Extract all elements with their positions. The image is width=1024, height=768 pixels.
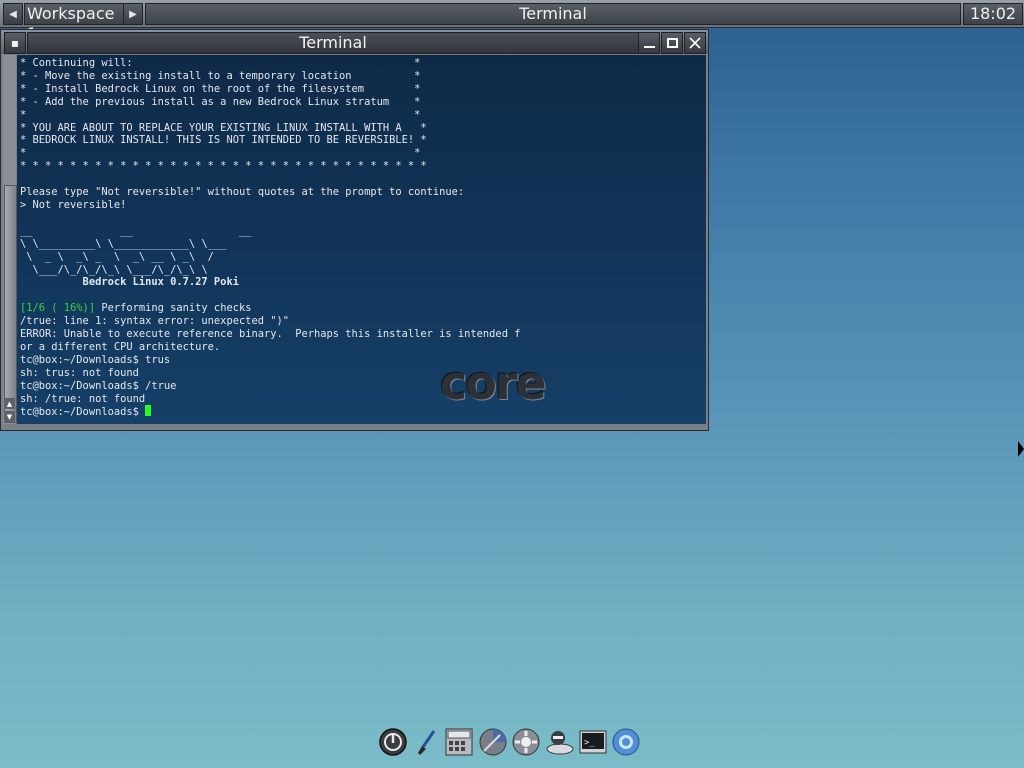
scroll-down-button[interactable]: ▼: [4, 411, 15, 422]
terminal-line: tc@box:~/Downloads$ /true: [20, 379, 177, 392]
terminal-line: /true: line 1: syntax error: unexpected …: [20, 315, 289, 328]
terminal-line: * *: [20, 108, 421, 121]
calculator-icon: [445, 728, 473, 756]
terminal-line: * Continuing will: *: [20, 57, 421, 69]
terminal-window: ▪ Terminal ▲ ▼ * Continuing will: * * -: [0, 29, 709, 431]
apps-button[interactable]: [511, 727, 541, 757]
taskbar-active-window[interactable]: Terminal: [145, 3, 961, 25]
window-menu-button[interactable]: ▪: [4, 32, 26, 54]
clock: 18:02: [963, 3, 1023, 25]
terminal-cursor: [145, 405, 152, 417]
terminal-output[interactable]: * Continuing will: * * - Move the existi…: [17, 55, 706, 424]
top-panel: ◀ Workspace 1 ▶ Terminal 18:02: [0, 0, 1024, 43]
svg-text:>_: >_: [584, 738, 595, 748]
paint-app-button[interactable]: [412, 727, 442, 757]
maximize-icon: [666, 38, 678, 48]
apps-icon: [512, 728, 540, 756]
mouse-pointer: [1018, 441, 1024, 457]
terminal-line: or a different CPU architecture.: [20, 340, 221, 353]
terminal-line: * - Install Bedrock Linux on the root of…: [20, 82, 421, 95]
next-workspace-button[interactable]: ▶: [123, 3, 143, 25]
terminal-line: * BEDROCK LINUX INSTALL! THIS IS NOT INT…: [20, 134, 427, 147]
terminal-line: * *: [20, 147, 421, 160]
calculator-button[interactable]: [444, 727, 474, 757]
window-menu-icon: ▪: [10, 36, 20, 50]
maximize-button[interactable]: [661, 32, 683, 54]
terminal-line: \ \_________\ \____________\ \___: [20, 237, 227, 250]
arrow-left-icon: ◀: [9, 8, 17, 20]
minimize-icon: [643, 46, 655, 48]
browser-button[interactable]: [611, 727, 641, 757]
terminal-line: sh: trus: not found: [20, 366, 139, 379]
terminal-line: * YOU ARE ABOUT TO REPLACE YOUR EXISTING…: [20, 121, 427, 134]
terminal-line: \ _ \ _\ _ \ _\ __ \ _\ /: [20, 250, 214, 263]
power-button[interactable]: [378, 727, 408, 757]
scrollbar-thumb[interactable]: [4, 185, 17, 423]
terminal-line: * - Move the existing install to a tempo…: [20, 69, 421, 82]
workspace-label[interactable]: Workspace 1: [24, 3, 124, 43]
terminal-line: __ __ __: [20, 224, 252, 237]
close-icon: [689, 37, 701, 49]
terminal-line: > Not reversible!: [20, 198, 127, 211]
terminal-line: \___/\_/\_/\_\ \___/\_/\_\ \: [20, 263, 208, 276]
browser-icon: [612, 728, 640, 756]
terminal-line: tc@box:~/Downloads$: [20, 406, 146, 419]
terminal-line: [1/6 ( 16%)] Performing sanity checks: [20, 302, 252, 315]
terminal-icon: >_: [579, 730, 607, 754]
terminal-line: * * * * * * * * * * * * * * * * * * * * …: [20, 160, 427, 173]
window-title: Terminal: [27, 32, 639, 54]
control-panel-button[interactable]: [478, 727, 508, 757]
terminal-line: tc@box:~/Downloads$ trus: [20, 353, 171, 366]
terminal-line: Please type "Not reversible!" without qu…: [20, 186, 465, 199]
window-titlebar[interactable]: ▪ Terminal: [1, 30, 708, 54]
terminal-launcher-button[interactable]: >_: [578, 727, 608, 757]
terminal-line: sh: /true: not found: [20, 392, 146, 405]
close-button[interactable]: [684, 32, 706, 54]
core-logo: core: [440, 356, 547, 410]
minimize-button[interactable]: [638, 32, 660, 54]
mount-icon: [546, 731, 574, 755]
mount-tool-button[interactable]: [545, 727, 575, 757]
paintbrush-icon: [418, 730, 436, 755]
power-icon: [379, 728, 407, 756]
terminal-line: * - Add the previous install as a new Be…: [20, 95, 421, 108]
scroll-up-button[interactable]: ▲: [4, 398, 15, 409]
terminal-line: Bedrock Linux 0.7.27 Poki: [20, 276, 239, 289]
prev-workspace-button[interactable]: ◀: [3, 3, 23, 25]
terminal-line: ERROR: Unable to execute reference binar…: [20, 328, 521, 341]
arrow-right-icon: ▶: [129, 8, 137, 20]
terminal-text: * Continuing will: * * - Move the existi…: [17, 55, 706, 421]
window-bottom-border[interactable]: [1, 425, 708, 430]
progress-prefix: [1/6 ( 16%)]: [20, 302, 96, 315]
control-panel-icon: [479, 728, 507, 756]
terminal-scrollbar[interactable]: ▲ ▼: [3, 55, 17, 424]
